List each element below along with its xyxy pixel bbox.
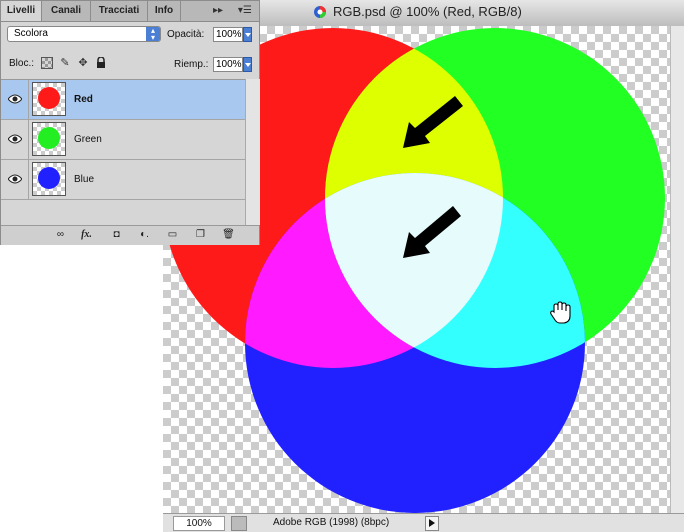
blend-mode-stepper-icon[interactable]: ▴ ▾ xyxy=(146,27,160,42)
lock-position-move-icon[interactable]: ✥ xyxy=(77,57,89,69)
lock-all-icon[interactable] xyxy=(95,56,107,69)
layer-name: Green xyxy=(74,134,102,145)
lock-image-brush-icon[interactable]: ✎ xyxy=(59,57,71,69)
opacity-dropdown-button[interactable] xyxy=(243,27,252,42)
fill-label: Riemp.: xyxy=(174,59,209,70)
green-dot-icon xyxy=(38,127,60,149)
layer-row-red[interactable]: Red xyxy=(1,80,245,120)
opacity-field[interactable]: 100% xyxy=(213,27,243,42)
new-layer-icon[interactable]: ❐ xyxy=(193,228,208,242)
collapse-panel-icon[interactable]: ▸▸ xyxy=(213,5,223,16)
vertical-scrollbar[interactable] xyxy=(670,26,684,513)
adjustment-icon[interactable]: ◐. xyxy=(137,228,152,242)
tab-info[interactable]: Info xyxy=(148,1,181,21)
folder-icon[interactable]: ▭ xyxy=(165,228,180,242)
layer-name: Blue xyxy=(74,174,95,185)
layer-thumbnail xyxy=(32,162,66,196)
layer-row-blue[interactable]: Blue xyxy=(1,160,245,200)
panel-tabs: Livelli Canali Tracciati Info ▸▸ ▾☰ xyxy=(1,1,259,22)
link-icon[interactable]: ∞ xyxy=(53,228,68,242)
layers-list: Red Green Blue xyxy=(1,79,245,204)
lock-label: Bloc.: xyxy=(9,58,35,69)
layers-panel: Livelli Canali Tracciati Info ▸▸ ▾☰ Scol… xyxy=(0,0,260,245)
visibility-eye-icon[interactable] xyxy=(8,94,22,104)
status-options-icon[interactable] xyxy=(231,516,247,531)
layers-scrollbar[interactable] xyxy=(245,79,260,225)
layer-thumbnail xyxy=(32,82,66,116)
visibility-eye-icon[interactable] xyxy=(8,134,22,144)
blue-dot-icon xyxy=(38,167,60,189)
panel-menu-icon[interactable]: ▾☰ xyxy=(238,5,252,16)
layer-thumbnail xyxy=(32,122,66,156)
fill-dropdown-button[interactable] xyxy=(243,57,252,72)
mask-icon[interactable]: ◘ xyxy=(109,228,124,242)
fill-field[interactable]: 100% xyxy=(213,57,243,72)
blend-mode-value: Scolora xyxy=(14,28,48,39)
status-menu-arrow-icon[interactable] xyxy=(425,516,439,531)
document-title: RGB.psd @ 100% (Red, RGB/8) xyxy=(333,4,522,19)
zoom-field[interactable]: 100% xyxy=(173,516,225,531)
visibility-eye-icon[interactable] xyxy=(8,174,22,184)
layer-name: Red xyxy=(74,94,93,105)
tab-livelli[interactable]: Livelli xyxy=(1,1,42,21)
layers-footer-toolbar: ∞ fx. ◘ ◐. ▭ ❐ 🗑 xyxy=(1,225,259,245)
red-dot-icon xyxy=(38,87,60,109)
blend-mode-select[interactable]: Scolora ▴ ▾ xyxy=(7,26,161,42)
fx-icon[interactable]: fx. xyxy=(79,228,94,242)
tab-canali[interactable]: Canali xyxy=(42,1,91,21)
layer-row-green[interactable]: Green xyxy=(1,120,245,160)
color-profile-info: Adobe RGB (1998) (8bpc) xyxy=(273,517,390,528)
rgb-document-icon xyxy=(314,6,326,18)
lock-transparency-icon[interactable] xyxy=(41,57,53,69)
tab-tracciati[interactable]: Tracciati xyxy=(91,1,148,21)
opacity-label: Opacità: xyxy=(167,29,205,40)
trash-icon[interactable]: 🗑 xyxy=(221,228,236,242)
status-bar: 100% Adobe RGB (1998) (8bpc) xyxy=(163,513,684,532)
